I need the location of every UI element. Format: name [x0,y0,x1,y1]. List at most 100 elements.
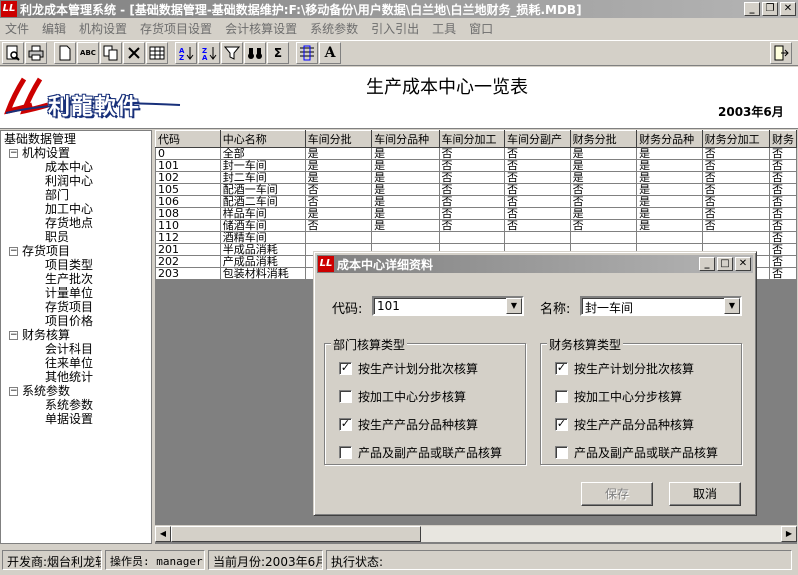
sort-ascending-icon[interactable]: AZ [175,42,197,64]
column-header[interactable]: 财务 [769,130,797,148]
checkmark-icon[interactable]: ✓ [555,418,568,431]
column-header[interactable]: 中心名称 [219,130,306,148]
font-icon[interactable]: A [319,42,341,64]
checkbox-option[interactable]: 产品及副产品或联产品核算 [339,444,502,461]
table-row[interactable]: 108 样品车间是是否否是是否否 [155,207,797,220]
tree-item[interactable]: 单据设置 [45,412,93,426]
binoculars-icon[interactable] [244,42,266,64]
column-header[interactable]: 代码 [155,130,221,148]
tree-item[interactable]: 部门 [45,188,69,202]
column-header[interactable]: 财务分加工 [701,130,771,148]
horizontal-scrollbar[interactable]: ◀ ▶ [155,525,797,542]
checkbox-empty-icon[interactable] [555,446,568,459]
checkbox-option[interactable]: 产品及副产品或联产品核算 [555,444,718,461]
menu-params[interactable]: 系统参数 [305,20,366,37]
tree-item[interactable]: 存货项目 [45,300,93,314]
new-document-icon[interactable] [54,42,76,64]
restore-icon[interactable]: ❐ [762,2,778,16]
tree-group-1[interactable]: 存货项目 [22,244,70,258]
tree-item[interactable]: 生产批次 [45,272,93,286]
tree-item[interactable]: 利润中心 [45,174,93,188]
table-row[interactable]: 102 封二车间是是否否是是否否 [155,171,797,184]
menu-inventory[interactable]: 存货项目设置 [135,20,220,37]
name-select[interactable]: 封一车间 ▼ [580,296,742,316]
menu-import-export[interactable]: 引入引出 [366,20,427,37]
menu-window[interactable]: 窗口 [464,20,501,37]
tree-root[interactable]: 基础数据管理 [4,132,76,146]
collapse-icon[interactable]: − [9,247,18,256]
tree-item[interactable]: 职员 [45,230,69,244]
checkmark-icon[interactable]: ✓ [339,362,352,375]
delete-icon[interactable] [123,42,145,64]
menu-accounting[interactable]: 会计核算设置 [220,20,305,37]
checkbox-option[interactable]: ✓ 按生产计划分批次核算 [555,360,694,377]
tree-group-0[interactable]: 机构设置 [22,146,70,160]
checkbox-option[interactable]: 按加工中心分步核算 [339,388,466,405]
save-button[interactable]: 保存 [581,482,653,506]
table-row[interactable]: 112 酒精车间 否 [155,231,797,244]
collapse-icon[interactable]: − [9,149,18,158]
tree-item[interactable]: 往来单位 [45,356,93,370]
checkbox-empty-icon[interactable] [339,446,352,459]
tree-item[interactable]: 加工中心 [45,202,93,216]
print-preview-icon[interactable] [2,42,24,64]
table-cell: 半成品消耗 [219,243,306,256]
grid-view-icon[interactable] [146,42,168,64]
column-settings-icon[interactable] [296,42,318,64]
column-header[interactable]: 财务分品种 [636,130,703,148]
collapse-icon[interactable]: − [9,331,18,340]
chevron-down-icon[interactable]: ▼ [724,298,740,314]
exit-icon[interactable] [770,42,792,64]
table-row[interactable]: 0 全部是是否否是是否否 [155,147,797,160]
scroll-thumb[interactable] [171,526,421,542]
column-header[interactable]: 车间分加工 [438,130,506,148]
tree-item[interactable]: 会计科目 [45,342,93,356]
dialog-maximize-icon[interactable]: □ [717,257,733,271]
checkbox-option[interactable]: ✓ 按生产计划分批次核算 [339,360,478,377]
checkbox-option[interactable]: ✓ 按生产产品分品种核算 [555,416,694,433]
column-header[interactable]: 车间分品种 [371,130,440,148]
sum-icon[interactable]: Σ [267,42,289,64]
checkbox-empty-icon[interactable] [555,390,568,403]
cancel-button[interactable]: 取消 [669,482,741,506]
scroll-right-icon[interactable]: ▶ [781,526,797,542]
sort-descending-icon[interactable]: ZA [198,42,220,64]
column-header[interactable]: 财务分批 [569,130,638,148]
chevron-down-icon[interactable]: ▼ [506,298,522,314]
tree-item[interactable]: 成本中心 [45,160,93,174]
dialog-close-icon[interactable]: ✕ [735,257,751,271]
menu-edit[interactable]: 编辑 [37,20,74,37]
checkbox-option[interactable]: ✓ 按生产产品分品种核算 [339,416,478,433]
menu-org[interactable]: 机构设置 [74,20,135,37]
close-icon[interactable]: ✕ [780,2,796,16]
minimize-icon[interactable]: _ [744,2,760,16]
tree-item[interactable]: 计量单位 [45,286,93,300]
spellcheck-icon[interactable]: ABC [77,42,99,64]
column-header[interactable]: 车间分批 [304,130,373,148]
table-row[interactable]: 101 封一车间是是否否是是否否 [155,159,797,172]
tree-item[interactable]: 存货地点 [45,216,93,230]
checkbox-option[interactable]: 按加工中心分步核算 [555,388,682,405]
printer-icon[interactable] [25,42,47,64]
tree-item[interactable]: 系统参数 [45,398,93,412]
menu-tools[interactable]: 工具 [427,20,464,37]
table-row[interactable]: 105 配酒一车间否是否否否是否否 [155,183,797,196]
table-row[interactable]: 110 储酒车间否是否否否是否否 [155,219,797,232]
tree-item[interactable]: 项目类型 [45,258,93,272]
tree-item[interactable]: 其他统计 [45,370,93,384]
dialog-minimize-icon[interactable]: _ [699,257,715,271]
table-row[interactable]: 106 配酒二车间否是否否否是否否 [155,195,797,208]
code-select[interactable]: 101 ▼ [372,296,524,316]
menu-file[interactable]: 文件 [0,20,37,37]
checkmark-icon[interactable]: ✓ [339,418,352,431]
checkbox-empty-icon[interactable] [339,390,352,403]
copy-icon[interactable] [100,42,122,64]
tree-item[interactable]: 项目价格 [45,314,93,328]
tree-group-3[interactable]: 系统参数 [22,384,70,398]
filter-icon[interactable] [221,42,243,64]
scroll-left-icon[interactable]: ◀ [155,526,171,542]
tree-group-2[interactable]: 财务核算 [22,328,70,342]
column-header[interactable]: 车间分副产 [504,130,571,148]
collapse-icon[interactable]: − [9,387,18,396]
checkmark-icon[interactable]: ✓ [555,362,568,375]
